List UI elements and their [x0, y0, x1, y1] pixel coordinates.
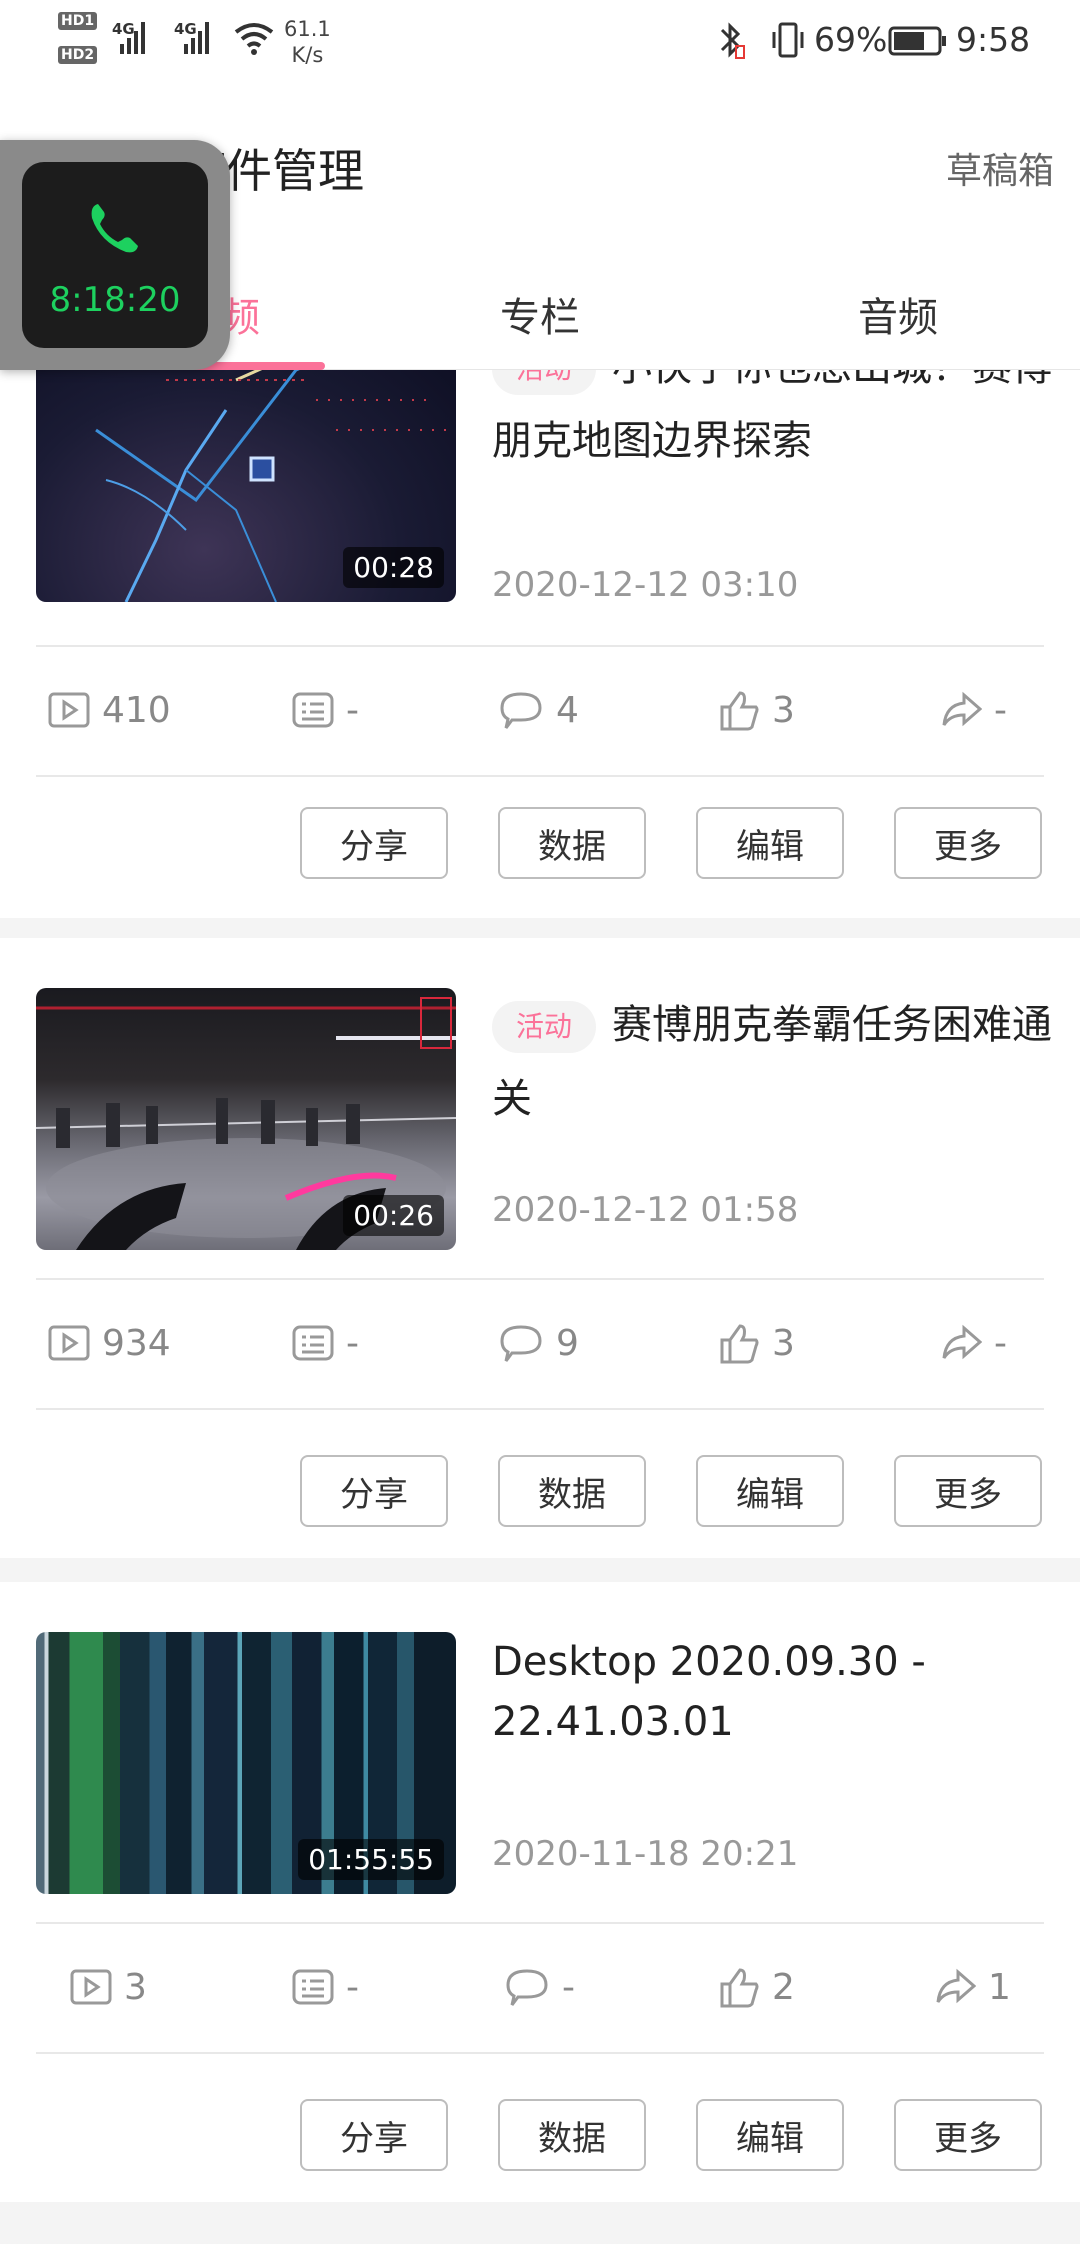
share-icon: [936, 1968, 976, 2004]
video-duration: 00:28: [343, 547, 444, 588]
comments-stat: 4: [498, 655, 579, 765]
activity-tag: 活动: [492, 1001, 597, 1053]
video-stats: 410 - 4 3 -: [0, 655, 1080, 765]
comment-icon: [506, 1969, 548, 2006]
video-duration: 00:26: [343, 1195, 444, 1236]
status-bar: HD1 HD2 4G 4G 61.1 K/s 69% 9:58: [0, 0, 1080, 80]
video-title-block[interactable]: Desktop 2020.09.30 - 22.41.03.01: [492, 1632, 1052, 1752]
video-stats: 934 - 9 3 -: [0, 1288, 1080, 1398]
plays-stat: 410: [48, 655, 171, 765]
edit-button[interactable]: 编辑: [696, 2099, 844, 2171]
danmaku-icon: [292, 1325, 334, 1361]
call-timer: 8:18:20: [49, 280, 181, 320]
comments-stat: 9: [498, 1288, 579, 1398]
share-icon: [942, 1324, 982, 1360]
divider: [36, 1922, 1044, 1924]
edit-button[interactable]: 编辑: [696, 807, 844, 879]
hd-badge-1: HD1: [58, 12, 98, 30]
tab-audio[interactable]: 音频: [858, 285, 938, 343]
play-count-icon: [48, 692, 90, 728]
battery-percent: 69%: [814, 20, 888, 59]
divider: [36, 775, 1044, 777]
video-datetime: 2020-11-18 20:21: [492, 1834, 799, 1874]
video-title-block[interactable]: 活动 赛博朋克拳霸任务困难通关: [492, 988, 1052, 1136]
clock: 9:58: [956, 20, 1031, 59]
play-count-icon: [48, 1325, 90, 1361]
video-duration: 01:55:55: [298, 1839, 444, 1880]
video-card[interactable]: 00:26 活动 赛博朋克拳霸任务困难通关 2020-12-12 01:58 93…: [0, 938, 1080, 1558]
divider: [36, 1408, 1044, 1410]
divider: [36, 645, 1044, 647]
more-button[interactable]: 更多: [894, 1455, 1042, 1527]
phone-icon: [91, 204, 138, 253]
divider: [36, 1278, 1044, 1280]
video-thumbnail[interactable]: 01:55:55: [36, 1632, 456, 1894]
network-speed: 61.1 K/s: [284, 17, 331, 67]
comment-icon: [500, 692, 542, 729]
drafts-button[interactable]: 草稿箱: [946, 142, 1054, 194]
share-button[interactable]: 分享: [300, 2099, 448, 2171]
signal-strength-2-icon: [184, 20, 209, 54]
like-icon: [720, 1324, 759, 1364]
likes-stat: 2: [718, 1932, 795, 2042]
video-card[interactable]: 01:55:55 Desktop 2020.09.30 - 22.41.03.0…: [0, 1582, 1080, 2202]
battery-icon: [888, 26, 946, 56]
share-icon: [942, 691, 982, 727]
call-panel[interactable]: 8:18:20: [22, 162, 208, 348]
video-thumbnail[interactable]: 00:28: [36, 340, 456, 602]
danmaku-stat: -: [292, 655, 359, 765]
shares-stat: 1: [934, 1932, 1011, 2042]
more-button[interactable]: 更多: [894, 807, 1042, 879]
danmaku-icon: [292, 692, 334, 728]
video-stats: 3 - - 2 1: [0, 1932, 1080, 2042]
data-button[interactable]: 数据: [498, 2099, 646, 2171]
tab-column[interactable]: 专栏: [500, 285, 580, 343]
bluetooth-icon: [720, 22, 745, 59]
video-datetime: 2020-12-12 03:10: [492, 565, 799, 605]
likes-stat: 3: [718, 1288, 795, 1398]
danmaku-icon: [292, 1969, 334, 2005]
shares-stat: -: [940, 655, 1007, 765]
comment-icon: [500, 1325, 542, 1362]
video-datetime: 2020-12-12 01:58: [492, 1190, 799, 1230]
wifi-icon: [234, 23, 274, 55]
shares-stat: -: [940, 1288, 1007, 1398]
data-button[interactable]: 数据: [498, 1455, 646, 1527]
danmaku-stat: -: [292, 1288, 359, 1398]
video-title: Desktop 2020.09.30 - 22.41.03.01: [492, 1639, 926, 1745]
signal-strength-1-icon: [120, 20, 145, 54]
plays-stat: 3: [70, 1932, 147, 2042]
like-icon: [720, 1968, 759, 2008]
plays-stat: 934: [48, 1288, 171, 1398]
vibrate-icon: [772, 22, 804, 58]
call-overlay[interactable]: 8:18:20: [0, 140, 230, 370]
edit-button[interactable]: 编辑: [696, 1455, 844, 1527]
hd-badge-2: HD2: [58, 46, 98, 64]
video-thumbnail[interactable]: 00:26: [36, 988, 456, 1250]
more-button[interactable]: 更多: [894, 2099, 1042, 2171]
data-button[interactable]: 数据: [498, 807, 646, 879]
share-button[interactable]: 分享: [300, 1455, 448, 1527]
divider: [36, 2052, 1044, 2054]
like-icon: [720, 691, 759, 731]
comments-stat: -: [504, 1932, 575, 2042]
likes-stat: 3: [718, 655, 795, 765]
play-count-icon: [70, 1969, 112, 2005]
share-button[interactable]: 分享: [300, 807, 448, 879]
danmaku-stat: -: [292, 1932, 359, 2042]
